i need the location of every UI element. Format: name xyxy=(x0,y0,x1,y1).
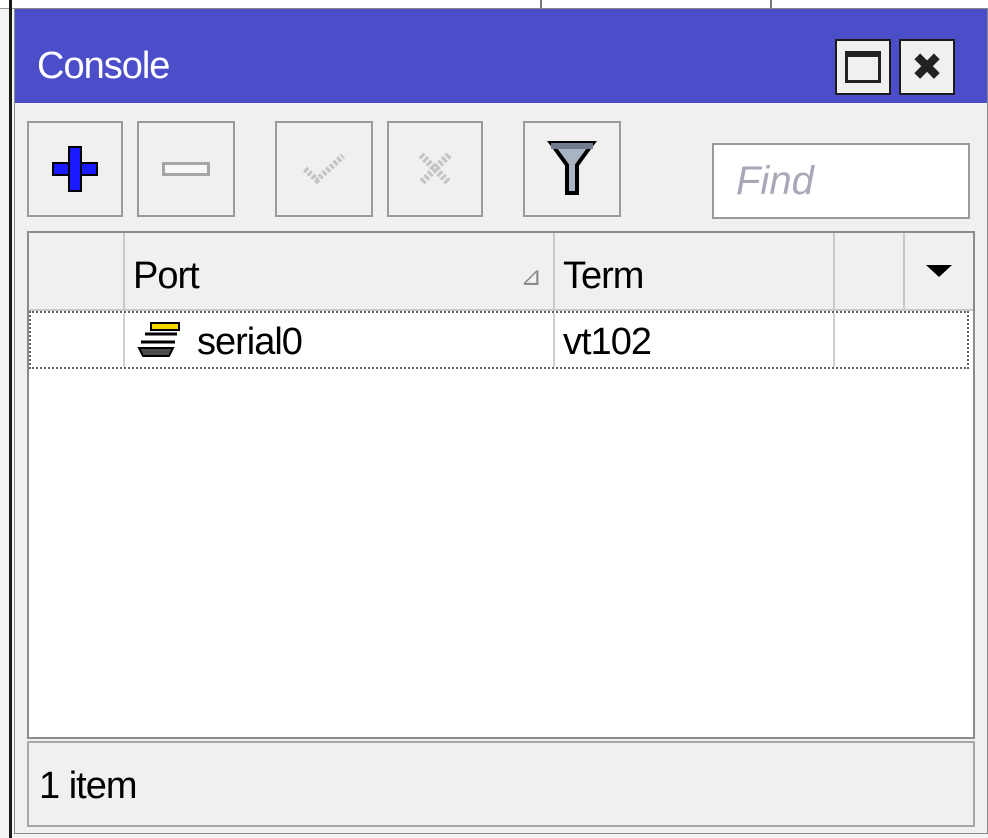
row-extra-cell xyxy=(835,313,967,367)
filter-button[interactable] xyxy=(523,121,621,217)
background-window-border xyxy=(9,0,12,838)
window-title: Console xyxy=(37,45,170,87)
row-term-cell: vt102 xyxy=(555,313,835,367)
find-input[interactable]: Find xyxy=(712,143,970,219)
status-bar: 1 item xyxy=(27,741,975,827)
minus-icon xyxy=(162,162,210,176)
check-icon xyxy=(302,153,346,185)
maximize-icon xyxy=(845,51,881,83)
funnel-icon xyxy=(547,141,597,195)
enable-button[interactable] xyxy=(275,121,373,217)
column-label-term: Term xyxy=(563,255,644,297)
console-table: Port ⊿ Term serial0 vt102 xyxy=(27,231,975,739)
background-tick xyxy=(540,0,542,8)
column-header-flag[interactable] xyxy=(29,233,125,309)
x-icon xyxy=(418,152,452,186)
column-header-port[interactable]: Port ⊿ xyxy=(125,233,555,309)
title-bar[interactable]: Console ✖ xyxy=(15,9,987,103)
disable-button[interactable] xyxy=(387,121,483,217)
sort-ascending-icon: ⊿ xyxy=(520,261,542,291)
plus-icon xyxy=(52,146,98,192)
chevron-down-icon xyxy=(926,265,952,277)
close-button[interactable]: ✖ xyxy=(899,39,955,95)
table-row[interactable]: serial0 vt102 xyxy=(29,311,969,369)
remove-button[interactable] xyxy=(137,121,235,217)
close-icon: ✖ xyxy=(911,45,943,89)
console-window: Console ✖ Find Port ⊿ Term serial0 vt102… xyxy=(14,8,988,834)
serial-port-icon xyxy=(137,322,180,357)
term-value: vt102 xyxy=(563,321,652,363)
add-button[interactable] xyxy=(27,121,123,217)
table-header: Port ⊿ Term xyxy=(29,233,973,311)
port-name: serial0 xyxy=(197,321,303,363)
row-port-cell: serial0 xyxy=(125,313,555,367)
maximize-button[interactable] xyxy=(835,39,891,95)
column-header-term[interactable]: Term xyxy=(555,233,835,309)
row-flag-cell xyxy=(31,313,125,367)
column-header-extra[interactable] xyxy=(835,233,905,309)
column-label-port: Port xyxy=(133,255,200,297)
background-tick xyxy=(770,0,772,8)
item-count: 1 item xyxy=(39,765,137,807)
column-menu-button[interactable] xyxy=(905,233,973,309)
